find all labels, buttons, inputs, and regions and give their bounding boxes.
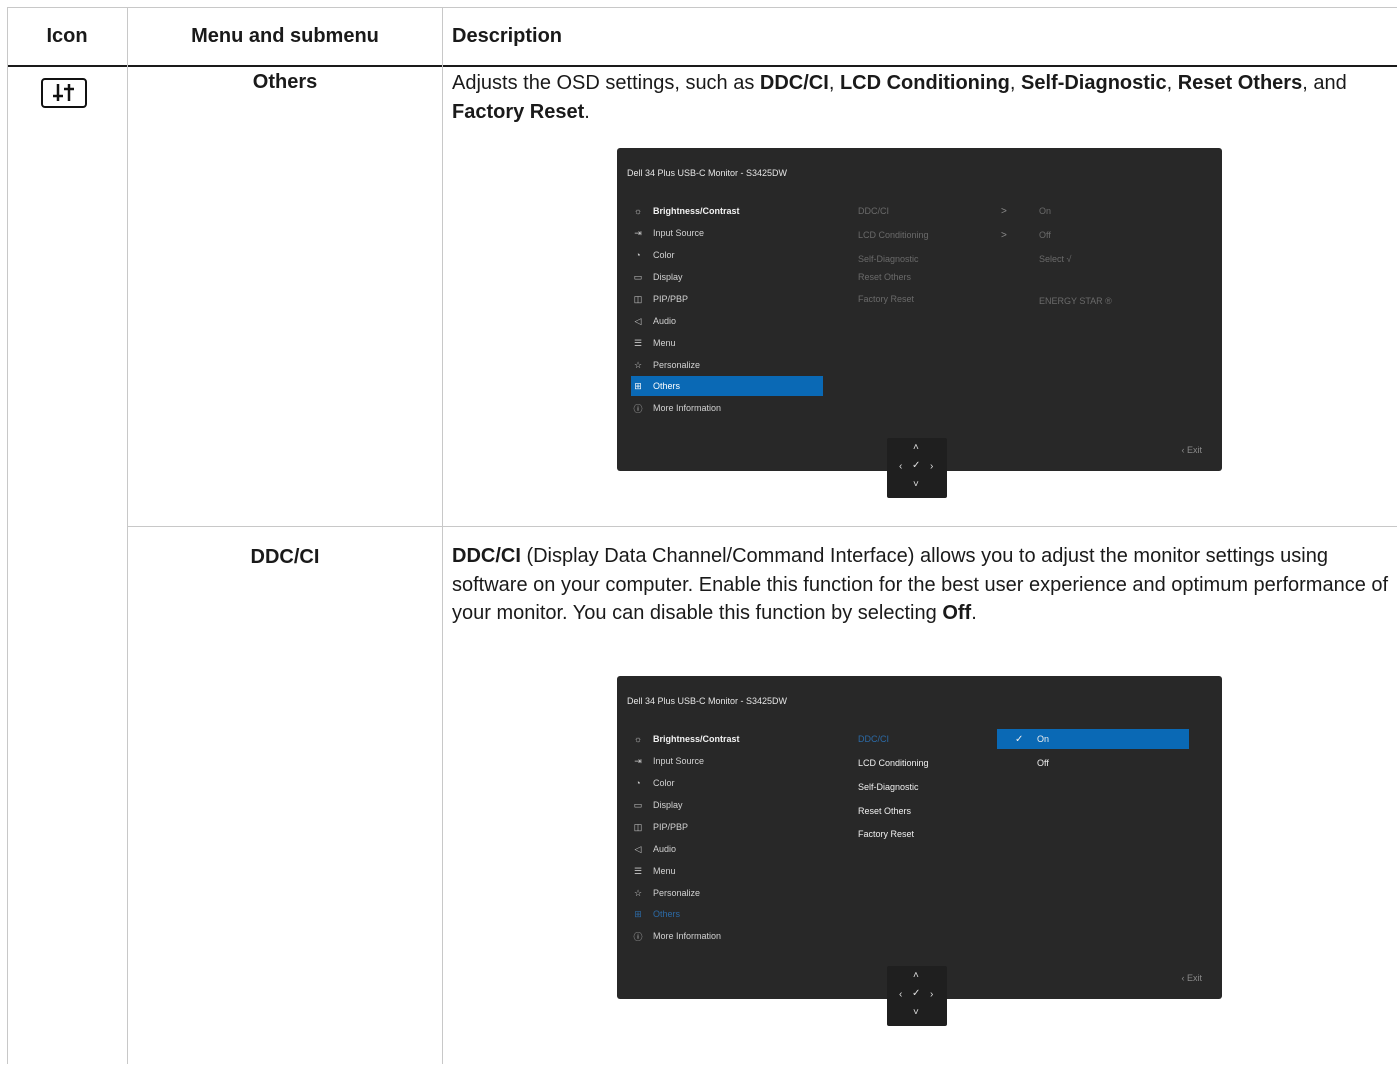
osd-title: Dell 34 Plus USB-C Monitor - S3425DW xyxy=(627,696,788,706)
personalize-icon: ☆ xyxy=(633,359,643,370)
border-left xyxy=(7,7,8,1064)
header-description: Description xyxy=(452,25,563,47)
osd-menu-item: ☼ Brightness/Contrast xyxy=(631,201,823,221)
osd-submenu-value: Off xyxy=(1039,230,1051,240)
display-icon: ▭ xyxy=(633,271,643,282)
osd-submenu-value: On xyxy=(1039,206,1052,216)
header-menu: Menu and submenu xyxy=(191,25,379,47)
osd-submenu-value: Select √ xyxy=(1039,254,1072,264)
osd-menu-item: ☼ Brightness/Contrast xyxy=(631,729,823,749)
osd-submenu-item: Factory Reset xyxy=(858,829,915,839)
personalize-icon: ☆ xyxy=(633,887,643,898)
chevron-right-icon: > xyxy=(1001,206,1007,217)
audio-icon: ◁ xyxy=(634,843,642,854)
color-icon: ◔ xyxy=(635,778,641,788)
info-icon: ⓘ xyxy=(633,931,643,942)
description-others: Adjusts the OSD settings, such as DDC/CI… xyxy=(452,72,1347,123)
osd-submenu-item: LCD Conditioning xyxy=(858,758,929,768)
audio-icon: ◁ xyxy=(634,315,642,326)
osd-submenu-item: DDC/CI xyxy=(858,206,889,216)
osd-menu-item: ◫ PIP/PBP xyxy=(631,817,823,837)
pip-pbp-icon: ◫ xyxy=(633,821,643,832)
menu-name-others: Others xyxy=(252,71,318,93)
osd-menu-item: ◔ Color xyxy=(631,773,823,793)
osd-menu-item: ⇥ Input Source xyxy=(631,223,823,243)
osd-menu-item: ▭ Display xyxy=(631,795,823,815)
column-divider xyxy=(127,7,128,1064)
chevron-right-icon: > xyxy=(1001,230,1007,241)
others-icon: ⊞ xyxy=(634,380,642,391)
menu-icon: ☰ xyxy=(633,865,643,876)
osd-title: Dell 34 Plus USB-C Monitor - S3425DW xyxy=(627,168,788,178)
osd-menu-item: ☆ Personalize xyxy=(631,355,823,375)
osd-exit: ‹ Exit xyxy=(1181,973,1202,983)
others-icon xyxy=(41,78,87,108)
osd-option: Off xyxy=(1037,758,1049,768)
pip-pbp-icon: ◫ xyxy=(633,293,643,304)
osd-submenu-item: Factory Reset xyxy=(858,294,915,304)
osd-option-selected: ✓ On xyxy=(997,729,1189,749)
osd-menu-item: ☰ Menu xyxy=(631,861,823,881)
osd-menu-item-selected: ⊞ Others xyxy=(631,376,823,396)
osd-submenu-item-active: DDC/CI xyxy=(858,734,889,744)
osd-menu-item: ◁ Audio xyxy=(631,311,823,331)
osd-menu-item: ⇥ Input Source xyxy=(631,751,823,771)
joystick-icon: ˄ ‹ ✓ › ˅ xyxy=(887,966,947,1026)
energy-star-label: ENERGY STAR ® xyxy=(1039,296,1112,306)
osd-submenu-item: Reset Others xyxy=(858,272,912,282)
osd-menu-item: ▭ Display xyxy=(631,267,823,287)
column-divider xyxy=(442,7,443,1064)
table-header: Icon Menu and submenu Description xyxy=(7,7,1397,67)
color-icon: ◔ xyxy=(635,250,641,260)
osd-exit: ‹ Exit xyxy=(1181,445,1202,455)
check-icon: ✓ xyxy=(1015,733,1024,745)
osd-menu-item: ☆ Personalize xyxy=(631,883,823,903)
brightness-icon: ☼ xyxy=(633,734,643,744)
osd-screenshot-others: Dell 34 Plus USB-C Monitor - S3425DW ☼ Br… xyxy=(617,148,1222,471)
osd-submenu-item: Self-Diagnostic xyxy=(858,782,919,792)
others-icon: ⊞ xyxy=(634,908,642,919)
osd-menu-item-active: ⊞ Others xyxy=(631,904,823,924)
osd-menu-item: ◔ Color xyxy=(631,245,823,265)
header-icon: Icon xyxy=(46,25,88,47)
menu-icon: ☰ xyxy=(633,337,643,348)
display-icon: ▭ xyxy=(633,799,643,810)
osd-menu-item: ◁ Audio xyxy=(631,839,823,859)
info-icon: ⓘ xyxy=(633,403,643,414)
osd-menu-item: ⓘ More Information xyxy=(631,926,823,946)
row-divider xyxy=(127,526,1397,527)
input-source-icon: ⇥ xyxy=(634,755,642,766)
description-ddcci: DDC/CI (Display Data Channel/Command Int… xyxy=(452,545,1389,624)
document-table: Icon Menu and submenu Description Others… xyxy=(7,7,1397,1067)
osd-submenu-item: Self-Diagnostic xyxy=(858,254,919,264)
input-source-icon: ⇥ xyxy=(634,227,642,238)
brightness-icon: ☼ xyxy=(633,206,643,216)
osd-submenu-item: LCD Conditioning xyxy=(858,230,929,240)
osd-submenu-item: Reset Others xyxy=(858,806,912,816)
joystick-icon: ˄ ‹ ✓ › ˅ xyxy=(887,438,947,498)
osd-menu-item: ⓘ More Information xyxy=(631,398,823,418)
osd-menu-item: ◫ PIP/PBP xyxy=(631,289,823,309)
osd-menu-item: ☰ Menu xyxy=(631,333,823,353)
menu-name-ddcci: DDC/CI xyxy=(250,546,320,568)
osd-screenshot-ddcci: Dell 34 Plus USB-C Monitor - S3425DW ☼ Br… xyxy=(617,676,1222,999)
